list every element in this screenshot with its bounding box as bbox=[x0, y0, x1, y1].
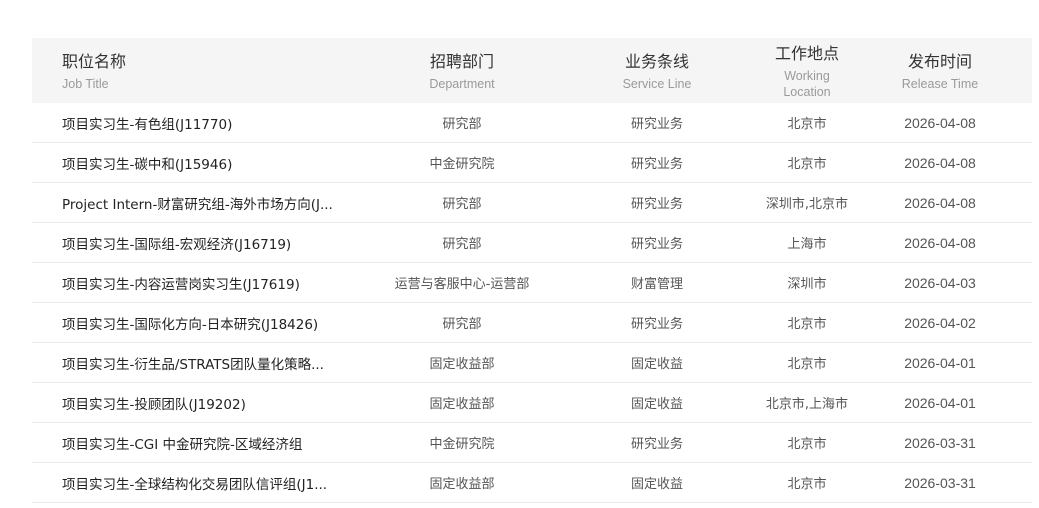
department-cell: 固定收益部 bbox=[429, 397, 495, 412]
table-row[interactable]: 项目实习生-内容运营岗实习生(J17619) 运营与客服中心-运营部 财富管理 … bbox=[32, 263, 1032, 303]
column-header-label: 职位名称 bbox=[62, 51, 127, 71]
location-cell: 深圳市 bbox=[787, 277, 827, 292]
department-cell: 研究部 bbox=[442, 197, 482, 212]
column-header-sublabel: Working Location bbox=[783, 68, 831, 99]
service-line-cell: 固定收益 bbox=[630, 397, 683, 412]
job-title-link[interactable]: 项目实习生-国际化方向-日本研究(J18426) bbox=[32, 313, 370, 333]
release-time-cell: 2026-04-02 bbox=[904, 314, 976, 331]
column-header-label: 业务条线 bbox=[624, 51, 689, 71]
job-title-link[interactable]: 项目实习生-内容运营岗实习生(J17619) bbox=[32, 273, 370, 293]
location-cell: 北京市 bbox=[787, 357, 827, 372]
release-time-cell: 2026-04-08 bbox=[904, 194, 976, 211]
job-title-link[interactable]: 项目实习生-国际组-宏观经济(J16719) bbox=[32, 233, 370, 253]
table-row[interactable]: 项目实习生-有色组(J11770) 研究部 研究业务 北京市 2026-04-0… bbox=[32, 103, 1032, 143]
release-time-cell: 2026-04-01 bbox=[904, 394, 976, 411]
column-header-sublabel: Job Title bbox=[62, 76, 109, 91]
job-title-link[interactable]: 项目实习生-有色组(J11770) bbox=[32, 113, 370, 133]
table-row[interactable]: Project Intern-财富研究组-海外市场方向(J... 研究部 研究业… bbox=[32, 183, 1032, 223]
column-header-sublabel: Service Line bbox=[622, 76, 692, 91]
department-cell: 中金研究院 bbox=[429, 437, 495, 452]
location-cell: 北京市 bbox=[787, 157, 827, 172]
job-title-link[interactable]: 项目实习生-衍生品/STRATS团队量化策略... bbox=[32, 353, 370, 373]
job-title-link[interactable]: 项目实习生-投顾团队(J19202) bbox=[32, 393, 370, 413]
table-body: 项目实习生-有色组(J11770) 研究部 研究业务 北京市 2026-04-0… bbox=[32, 103, 1032, 503]
release-time-cell: 2026-04-08 bbox=[904, 234, 976, 251]
service-line-cell: 研究业务 bbox=[630, 237, 683, 252]
table-row[interactable]: 项目实习生-全球结构化交易团队信评组(J1... 固定收益部 固定收益 北京市 … bbox=[32, 463, 1032, 503]
column-header-location: 工作地点 Working Location bbox=[760, 38, 854, 103]
department-cell: 研究部 bbox=[442, 237, 482, 252]
department-cell: 运营与客服中心-运营部 bbox=[394, 277, 530, 292]
location-cell: 深圳市,北京市 bbox=[765, 197, 849, 212]
department-cell: 固定收益部 bbox=[429, 477, 495, 492]
department-cell: 固定收益部 bbox=[429, 357, 495, 372]
service-line-cell: 财富管理 bbox=[630, 277, 683, 292]
location-cell: 北京市 bbox=[787, 437, 827, 452]
column-header-sublabel: Department bbox=[429, 76, 495, 91]
location-cell: 北京市,上海市 bbox=[765, 397, 849, 412]
job-title-link[interactable]: Project Intern-财富研究组-海外市场方向(J... bbox=[32, 193, 370, 213]
column-header-service-line: 业务条线 Service Line bbox=[554, 38, 760, 103]
location-cell: 北京市 bbox=[787, 117, 827, 132]
release-time-cell: 2026-04-08 bbox=[904, 114, 976, 131]
job-title-link[interactable]: 项目实习生-碳中和(J15946) bbox=[32, 153, 370, 173]
department-cell: 研究部 bbox=[442, 317, 482, 332]
service-line-cell: 研究业务 bbox=[630, 117, 683, 132]
release-time-cell: 2026-03-31 bbox=[904, 474, 976, 491]
table-row[interactable]: 项目实习生-国际组-宏观经济(J16719) 研究部 研究业务 上海市 2026… bbox=[32, 223, 1032, 263]
column-header-job-title: 职位名称 Job Title bbox=[32, 38, 370, 103]
service-line-cell: 研究业务 bbox=[630, 157, 683, 172]
location-cell: 北京市 bbox=[787, 477, 827, 492]
job-list-table: 职位名称 Job Title 招聘部门 Department 业务条线 Serv… bbox=[32, 38, 1032, 503]
department-cell: 研究部 bbox=[442, 117, 482, 132]
table-row[interactable]: 项目实习生-衍生品/STRATS团队量化策略... 固定收益部 固定收益 北京市… bbox=[32, 343, 1032, 383]
service-line-cell: 研究业务 bbox=[630, 197, 683, 212]
table-row[interactable]: 项目实习生-碳中和(J15946) 中金研究院 研究业务 北京市 2026-04… bbox=[32, 143, 1032, 183]
column-header-label: 招聘部门 bbox=[429, 51, 494, 71]
release-time-cell: 2026-04-03 bbox=[904, 274, 976, 291]
job-title-link[interactable]: 项目实习生-CGI 中金研究院-区域经济组 bbox=[32, 433, 370, 453]
column-header-release-time: 发布时间 Release Time bbox=[860, 38, 1020, 103]
service-line-cell: 研究业务 bbox=[630, 437, 683, 452]
release-time-cell: 2026-03-31 bbox=[904, 434, 976, 451]
column-header-label: 工作地点 bbox=[774, 43, 839, 63]
job-title-link[interactable]: 项目实习生-全球结构化交易团队信评组(J1... bbox=[32, 473, 370, 493]
service-line-cell: 固定收益 bbox=[630, 477, 683, 492]
column-header-label: 发布时间 bbox=[907, 51, 972, 71]
service-line-cell: 研究业务 bbox=[630, 317, 683, 332]
table-row[interactable]: 项目实习生-CGI 中金研究院-区域经济组 中金研究院 研究业务 北京市 202… bbox=[32, 423, 1032, 463]
release-time-cell: 2026-04-08 bbox=[904, 154, 976, 171]
table-header: 职位名称 Job Title 招聘部门 Department 业务条线 Serv… bbox=[32, 38, 1032, 103]
location-cell: 北京市 bbox=[787, 317, 827, 332]
service-line-cell: 固定收益 bbox=[630, 357, 683, 372]
table-row[interactable]: 项目实习生-投顾团队(J19202) 固定收益部 固定收益 北京市,上海市 20… bbox=[32, 383, 1032, 423]
column-header-sublabel: Release Time bbox=[901, 76, 979, 91]
release-time-cell: 2026-04-01 bbox=[904, 354, 976, 371]
table-row[interactable]: 项目实习生-国际化方向-日本研究(J18426) 研究部 研究业务 北京市 20… bbox=[32, 303, 1032, 343]
location-cell: 上海市 bbox=[787, 237, 827, 252]
column-header-department: 招聘部门 Department bbox=[370, 38, 554, 103]
department-cell: 中金研究院 bbox=[429, 157, 495, 172]
